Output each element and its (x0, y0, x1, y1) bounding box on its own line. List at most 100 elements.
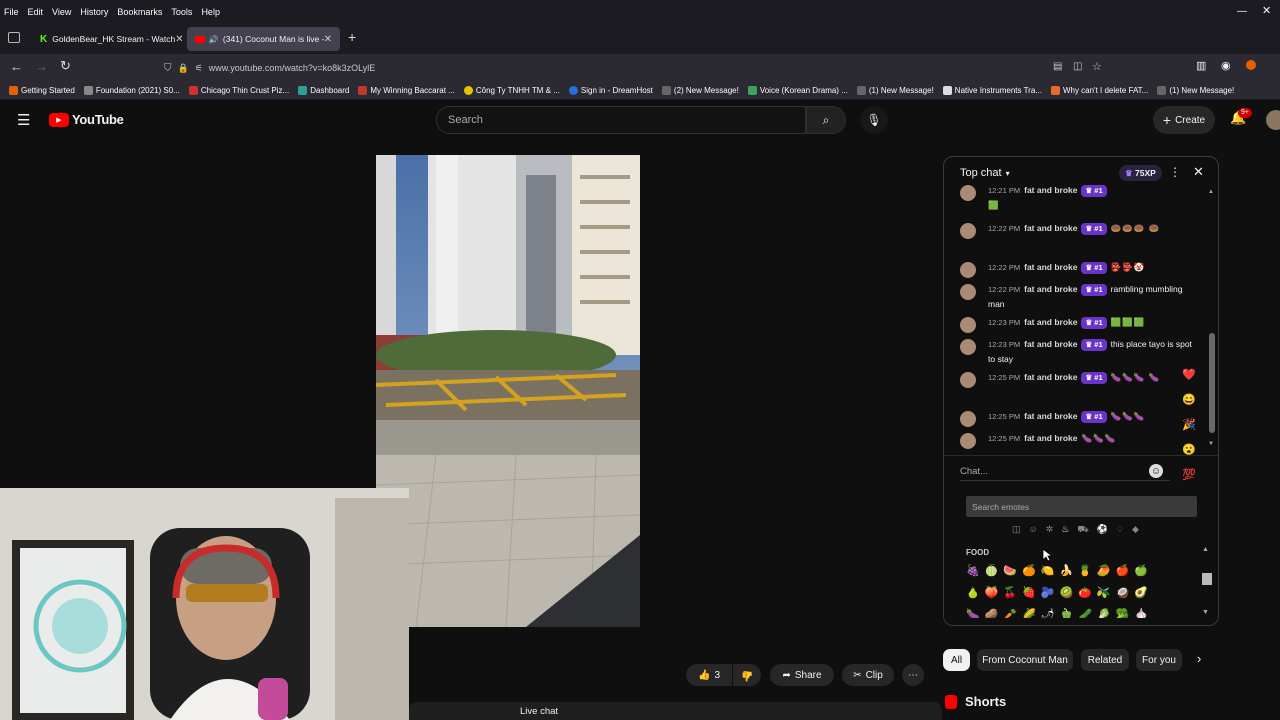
bookmark-item[interactable]: (1) New Message! (1157, 86, 1234, 95)
reload-icon[interactable]: ↻ (60, 58, 71, 74)
bookmark-item[interactable]: Getting Started (9, 86, 75, 95)
bookmark-item[interactable]: My Winning Baccarat ... (358, 86, 455, 95)
bookmark-item[interactable]: Sign in - DreamHost (568, 86, 653, 95)
chat-message[interactable]: 12:23 PM fat and broke ♛ #1 this place tayo… (960, 337, 1196, 367)
emoji-row[interactable]: 🍇🍈🍉🍊🍋🍌🍍🥭🍎🍏 (966, 560, 1153, 582)
menu-edit[interactable]: Edit (28, 7, 44, 17)
bookmark-item[interactable]: Dashboard (298, 86, 349, 95)
top-chat-dropdown[interactable]: Top chat ▾ (960, 167, 1010, 179)
hamburger-menu-icon[interactable]: ☰ (17, 111, 30, 129)
url-bar[interactable]: ⛉ 🔒 ⚟ www.youtube.com/watch?v=ko8k3zOLyl… (155, 58, 1110, 78)
bookmark-item[interactable]: Why can't I delete FAT... (1050, 86, 1148, 95)
chat-message[interactable]: 12:22 PM fat and broke ♛ #1 rambling mumbli… (960, 282, 1196, 312)
symbols-icon[interactable]: ◆ (1132, 524, 1147, 534)
recent-icon[interactable]: ◫ (1012, 524, 1029, 534)
collapse-icon[interactable]: ▲ (1202, 546, 1209, 553)
menu-history[interactable]: History (80, 7, 108, 17)
food-category-icon[interactable]: ♨ (1061, 524, 1077, 534)
back-icon[interactable]: ← (10, 59, 23, 74)
menu-tools[interactable]: Tools (171, 7, 192, 17)
chip-related[interactable]: Related (1081, 649, 1129, 671)
chat-message[interactable]: 12:21 PM fat and broke ♛ #1 🟩 (960, 183, 1196, 213)
youtube-logo[interactable]: ▶ YouTube (49, 112, 124, 127)
travel-icon[interactable]: ⛟ (1077, 524, 1096, 534)
xp-badge[interactable]: ♛ 75XP (1119, 165, 1162, 181)
menu-file[interactable]: File (4, 7, 19, 17)
clip-button[interactable]: ✂ Clip (842, 664, 894, 686)
bookmark-item[interactable]: (1) New Message! (856, 86, 934, 95)
dislike-button[interactable]: 👍 (733, 664, 761, 686)
activity-icon[interactable]: ⚽ (1097, 524, 1116, 534)
menu-help[interactable]: Help (201, 7, 220, 17)
chat-scrollbar[interactable]: ▲ ▼ (1208, 189, 1216, 451)
emoji-picker-button[interactable]: ☺ (1149, 464, 1163, 478)
tab-list-icon[interactable] (8, 32, 20, 43)
pocket-icon[interactable]: ◫ (1073, 61, 1082, 72)
tab-goldenbear[interactable]: K GoldenBear_HK Stream - Watch ✕ (32, 27, 182, 51)
chat-message[interactable]: 12:25 PM fat and broke ♛ #1 🍆🍆🍆 (960, 409, 1196, 427)
bookmark-item[interactable]: Công Ty TNHH TM & ... (463, 86, 560, 95)
new-tab-icon[interactable]: + (348, 29, 356, 45)
food-emoji-grid[interactable]: 🍇🍈🍉🍊🍋🍌🍍🥭🍎🍏 🍐🍑🍒🍓🫐🥝🍅🫒🥥🥑 🍆🥔🥕🌽🌶🫑🥒🥬🥦🧄 (966, 560, 1153, 618)
expand-icon[interactable]: ▼ (1202, 609, 1209, 616)
emoji-scroll-thumb[interactable] (1202, 573, 1212, 585)
share-button[interactable]: ➦ Share (770, 664, 834, 686)
chat-input[interactable]: Chat... (960, 463, 1170, 481)
bookmark-item[interactable]: Voice (Korean Drama) ... (747, 86, 848, 95)
microphone-button[interactable]: 🎙 (860, 106, 888, 134)
people-icon[interactable]: ☺ (1029, 524, 1046, 534)
scroll-down-icon[interactable]: ▼ (1208, 441, 1214, 447)
objects-icon[interactable]: ♢ (1116, 524, 1132, 534)
close-tab-icon[interactable]: ✕ (324, 34, 332, 45)
bookmark-star-icon[interactable]: ☆ (1092, 60, 1102, 73)
video-player[interactable] (376, 155, 640, 627)
avatar[interactable] (1266, 110, 1280, 130)
emoji-category-tabs[interactable]: ◫☺✲♨⛟⚽♢◆ (1012, 524, 1147, 536)
chat-message[interactable]: 12:23 PM fat and broke ♛ #1 🟩🟩🟩 (960, 315, 1196, 333)
chat-message[interactable]: 12:25 PM fat and broke ♛ #1 🍆🍆🍆 🍆 (960, 370, 1196, 388)
extension-icon[interactable] (1246, 60, 1256, 70)
bookmark-item[interactable]: Foundation (2021) S0... (83, 86, 180, 95)
menu-view[interactable]: View (52, 7, 71, 17)
tab-coconut-man[interactable]: 🔊 (341) Coconut Man is live - ✕ (187, 27, 340, 51)
forward-icon[interactable]: → (35, 59, 48, 74)
scroll-up-icon[interactable]: ▲ (1208, 189, 1214, 195)
chat-message[interactable]: 12:25 PM fat and broke 🍆🍆🍆 (960, 431, 1196, 449)
chevron-right-icon[interactable]: › (1197, 651, 1201, 666)
speaker-icon[interactable]: 🔊 (209, 35, 219, 44)
minimize-icon[interactable]: — (1237, 6, 1247, 17)
chip-all[interactable]: All (943, 649, 970, 671)
reader-view-icon[interactable]: ▤ (1053, 61, 1062, 72)
nature-icon[interactable]: ✲ (1046, 524, 1062, 534)
surprised-reaction[interactable]: 😮 (1177, 438, 1201, 463)
reactions-column[interactable]: ❤️ 😄 🎉 😮 💯 (1177, 363, 1201, 488)
more-actions-button[interactable]: ⋯ (902, 664, 924, 686)
party-reaction[interactable]: 🎉 (1177, 413, 1201, 438)
scroll-thumb[interactable] (1209, 333, 1215, 433)
chat-message[interactable]: 12:22 PM fat and broke ♛ #1 🍩🍩🍩 🍩 (960, 221, 1196, 239)
close-tab-icon[interactable]: ✕ (175, 34, 182, 45)
emote-search-input[interactable]: Search emotes (966, 496, 1197, 517)
search-button[interactable]: ⌕ (806, 106, 846, 134)
live-chat-replay-bar[interactable]: Live chat (409, 702, 942, 720)
smile-reaction[interactable]: 😄 (1177, 388, 1201, 413)
sidebar-icon[interactable]: ▥ (1196, 59, 1206, 72)
emoji-row[interactable]: 🍐🍑🍒🍓🫐🥝🍅🫒🥥🥑 (966, 582, 1153, 604)
emoji-row[interactable]: 🍆🥔🥕🌽🌶🫑🥒🥬🥦🧄 (966, 604, 1153, 618)
close-chat-icon[interactable]: ✕ (1193, 164, 1204, 180)
heart-reaction[interactable]: ❤️ (1177, 363, 1201, 388)
more-vertical-icon[interactable]: ⋮ (1169, 165, 1181, 179)
menu-bookmarks[interactable]: Bookmarks (117, 7, 162, 17)
like-button[interactable]: 👍 3 (686, 664, 732, 686)
chat-message[interactable]: 12:22 PM fat and broke ♛ #1 👺👺🤡 (960, 260, 1196, 278)
bookmark-item[interactable]: Native Instruments Tra... (942, 86, 1042, 95)
chip-from-coconut-man[interactable]: From Coconut Man (977, 649, 1073, 671)
create-button[interactable]: + Create (1153, 106, 1215, 134)
bookmark-item[interactable]: Chicago Thin Crust Piz... (188, 86, 289, 95)
bookmark-item[interactable]: (2) New Message! (661, 86, 739, 95)
search-input[interactable]: Search (436, 106, 806, 134)
chip-for-you[interactable]: For you (1136, 649, 1182, 671)
hundred-reaction[interactable]: 💯 (1177, 463, 1201, 488)
account-icon[interactable]: ◉ (1221, 59, 1231, 72)
close-window-icon[interactable]: ✕ (1262, 4, 1271, 17)
